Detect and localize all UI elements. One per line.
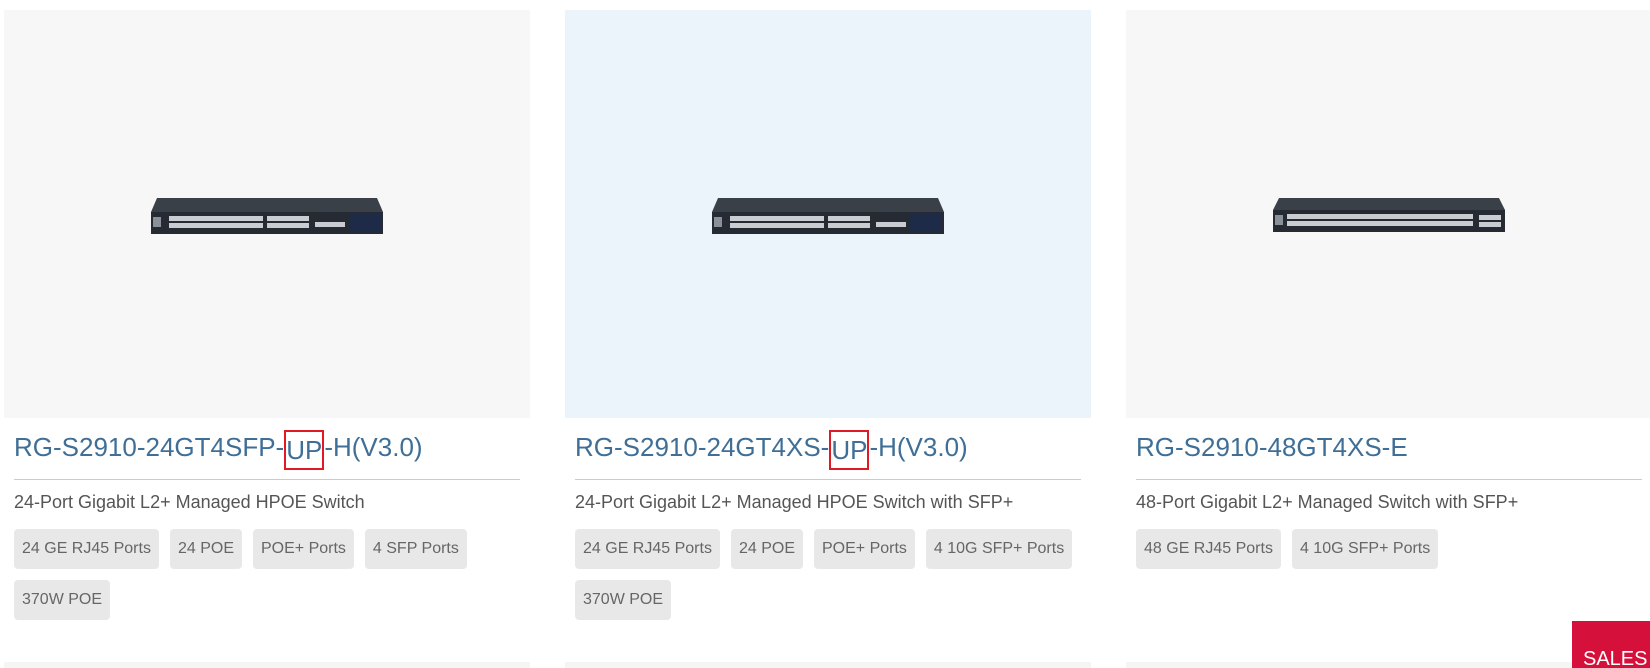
spec-tag[interactable]: 4 SFP Ports [364, 529, 467, 569]
product-title[interactable]: RG-S2910-48GT4XS-E [1136, 430, 1642, 464]
spec-tag[interactable]: 24 GE RJ45 Ports [575, 529, 720, 569]
title-prefix: RG-S2910-48GT4XS-E [1136, 432, 1408, 462]
divider [575, 479, 1081, 480]
spec-tag[interactable]: 4 10G SFP+ Ports [1291, 529, 1439, 569]
product-description: 24-Port Gigabit L2+ Managed HPOE Switch … [575, 492, 1014, 512]
spec-tag[interactable]: 24 GE RJ45 Ports [14, 529, 159, 569]
spec-tag[interactable]: 370W POE [14, 580, 111, 620]
title-suffix: -H(V3.0) [869, 432, 968, 462]
spec-tags: 48 GE RJ45 Ports 4 10G SFP+ Ports [1136, 529, 1642, 569]
sales-contact-button[interactable]: SALES [1572, 621, 1650, 668]
spec-tag[interactable]: 48 GE RJ45 Ports [1136, 529, 1281, 569]
product-image[interactable] [4, 10, 530, 418]
spec-tag[interactable]: 4 10G SFP+ Ports [925, 529, 1073, 569]
next-row-card-edge [4, 662, 530, 668]
spec-tag[interactable]: 24 POE [730, 529, 803, 569]
divider [1136, 479, 1642, 480]
title-prefix: RG-S2910-24GT4SFP- [14, 432, 285, 462]
switch-24-port-icon [712, 198, 944, 234]
product-description: 48-Port Gigabit L2+ Managed Switch with … [1136, 492, 1519, 512]
product-image[interactable] [565, 10, 1091, 418]
spec-tag[interactable]: 370W POE [575, 580, 672, 620]
title-highlight-box: UP [829, 430, 870, 470]
title-prefix: RG-S2910-24GT4XS- [575, 432, 830, 462]
divider [14, 479, 520, 480]
spec-tags: 24 GE RJ45 Ports 24 POE POE+ Ports 4 10G… [575, 529, 1081, 620]
spec-tag[interactable]: POE+ Ports [252, 529, 354, 569]
product-image[interactable] [1126, 10, 1650, 418]
switch-24-port-icon [151, 198, 383, 234]
switch-48-port-icon [1273, 198, 1505, 232]
spec-tag[interactable]: 24 POE [169, 529, 242, 569]
product-card[interactable]: RG-S2910-24GT4XS-UP-H(V3.0) 24-Port Giga… [565, 10, 1091, 620]
spec-tag[interactable]: POE+ Ports [813, 529, 915, 569]
product-title[interactable]: RG-S2910-24GT4XS-UP-H(V3.0) [575, 430, 1081, 470]
next-row-card-edge [565, 662, 1091, 668]
title-highlight-box: UP [284, 430, 325, 470]
product-card[interactable]: RG-S2910-48GT4XS-E 48-Port Gigabit L2+ M… [1126, 10, 1650, 569]
title-suffix: -H(V3.0) [324, 432, 423, 462]
spec-tags: 24 GE RJ45 Ports 24 POE POE+ Ports 4 SFP… [14, 529, 520, 620]
product-card[interactable]: RG-S2910-24GT4SFP-UP-H(V3.0) 24-Port Gig… [4, 10, 530, 620]
product-description: 24-Port Gigabit L2+ Managed HPOE Switch [14, 492, 365, 512]
product-title[interactable]: RG-S2910-24GT4SFP-UP-H(V3.0) [14, 430, 520, 470]
